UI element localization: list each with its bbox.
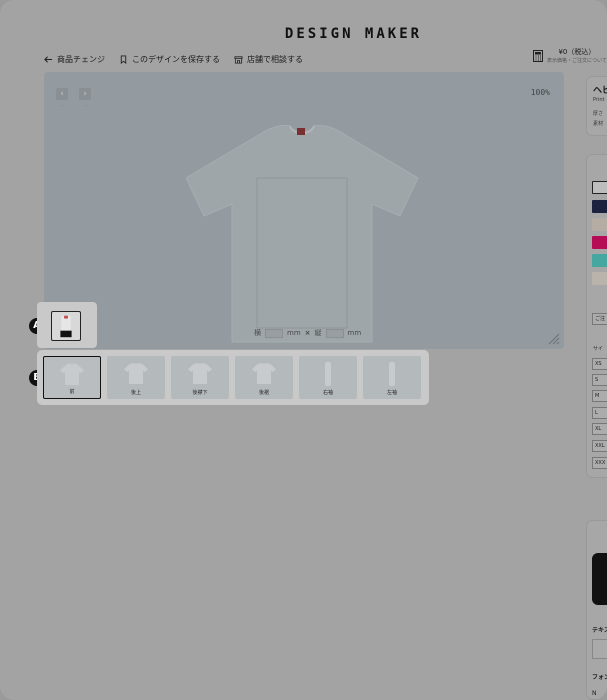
- design-canvas[interactable]: ‹ ◦◦◦ › ◦◦◦ 100% 横 mm × 縦 mm: [44, 72, 564, 349]
- save-design-button[interactable]: このデザインを保存する: [119, 54, 220, 65]
- view-label: 後上: [130, 390, 141, 396]
- price-display[interactable]: ¥0（税込） 表示価格・ご注文について: [533, 48, 607, 68]
- sleeve-icon: [325, 362, 331, 386]
- size-xs[interactable]: XS: [592, 358, 607, 370]
- text-tool-panel: テキス フォン N: [586, 520, 607, 700]
- height-label: 縦: [314, 329, 322, 337]
- material-label: 素材: [593, 121, 604, 127]
- price-note: 表示価格・ご注文について: [547, 58, 607, 64]
- thumbnail-frame: [51, 311, 81, 341]
- size-header: サイ: [593, 346, 604, 352]
- consult-store-button[interactable]: 店舗で相談する: [234, 54, 303, 65]
- change-product-label: 商品チェンジ: [57, 54, 105, 64]
- product-thumbnail[interactable]: [37, 302, 97, 348]
- store-icon: [234, 55, 243, 64]
- view-label: 後裾: [258, 390, 269, 396]
- sleeve-icon: [389, 362, 395, 386]
- shirt-thumbnail-icon: [60, 315, 72, 338]
- view-label: 前: [69, 389, 75, 395]
- size-l[interactable]: L: [592, 407, 607, 419]
- shirt-front-icon: [60, 363, 84, 385]
- print-size-controls: 横 mm × 縦 mm: [254, 328, 361, 338]
- text-input[interactable]: [592, 639, 607, 659]
- view-label: 右袖: [322, 390, 333, 396]
- color-swatch[interactable]: [592, 236, 607, 249]
- app-window: DESIGN MAKER 商品チェンジ このデザインを保存する 店舗で相談する …: [0, 0, 607, 700]
- zoom-level: 100%: [530, 88, 550, 97]
- thickness-label: 厚さ: [593, 111, 604, 117]
- size-xl[interactable]: XL: [592, 423, 607, 435]
- chevron-right-icon: ›: [83, 89, 87, 99]
- width-unit: mm: [287, 329, 301, 337]
- redo-button[interactable]: ›: [79, 88, 91, 100]
- resize-handle-icon[interactable]: [546, 331, 560, 345]
- size-m[interactable]: M: [592, 390, 607, 402]
- color-swatch[interactable]: [592, 218, 607, 231]
- view-back-collar[interactable]: 後襟下: [171, 356, 229, 399]
- view-back-top[interactable]: 後上: [107, 356, 165, 399]
- bookmark-icon: [120, 54, 127, 64]
- view-back-hem[interactable]: 後裾: [235, 356, 293, 399]
- shirt-back-icon: [124, 363, 148, 384]
- undo-label: ◦◦◦: [58, 103, 66, 108]
- text-label: テキス: [592, 627, 607, 634]
- size-xxxl[interactable]: XXX: [592, 457, 607, 469]
- tshirt-front-image: [185, 124, 419, 343]
- arrow-left-icon: [44, 55, 53, 63]
- view-front[interactable]: 前: [43, 356, 101, 399]
- toolbar: 商品チェンジ このデザインを保存する 店舗で相談する: [44, 52, 303, 66]
- price-amount: ¥0（税込）: [558, 48, 596, 56]
- brand-logo: DESIGN MAKER: [284, 26, 423, 42]
- height-input[interactable]: [325, 328, 344, 338]
- consult-store-label: 店舗で相談する: [247, 54, 303, 64]
- width-input[interactable]: [265, 328, 283, 338]
- shirt-back-icon: [252, 363, 276, 384]
- color-swatch[interactable]: [592, 272, 607, 285]
- note-button[interactable]: ご注: [592, 313, 607, 325]
- width-label: 横: [254, 329, 261, 337]
- view-label: 後襟下: [192, 390, 208, 396]
- shirt-back-icon: [188, 363, 212, 384]
- add-text-button[interactable]: [592, 553, 607, 605]
- undo-button[interactable]: ‹: [56, 88, 68, 100]
- view-selector: 前 後上 後襟下 後裾 右袖 左袖: [37, 350, 429, 405]
- view-right-sleeve[interactable]: 右袖: [299, 356, 357, 399]
- color-swatch[interactable]: [592, 181, 607, 194]
- size-s[interactable]: S: [592, 374, 607, 386]
- save-design-label: このデザインを保存する: [132, 54, 220, 64]
- size-xxl[interactable]: XXL: [592, 440, 607, 452]
- product-info-panel: ヘビ Print 厚さ 素材: [586, 76, 607, 136]
- color-swatch[interactable]: [592, 200, 607, 213]
- change-product-button[interactable]: 商品チェンジ: [44, 54, 105, 65]
- product-sub: Print: [593, 97, 605, 103]
- color-swatch[interactable]: [592, 254, 607, 267]
- calculator-icon: [533, 50, 543, 62]
- view-label: 左袖: [386, 390, 397, 396]
- color-size-panel: ご注 サイ XS S M L XL XXL XXX: [586, 154, 607, 478]
- product-title: ヘビ: [593, 86, 607, 96]
- times-sign: ×: [304, 329, 311, 337]
- chevron-left-icon: ‹: [60, 89, 64, 99]
- view-left-sleeve[interactable]: 左袖: [363, 356, 421, 399]
- redo-label: ◦◦◦: [81, 103, 89, 108]
- font-select[interactable]: N: [592, 690, 597, 697]
- height-unit: mm: [347, 329, 362, 337]
- font-label: フォン: [592, 674, 607, 681]
